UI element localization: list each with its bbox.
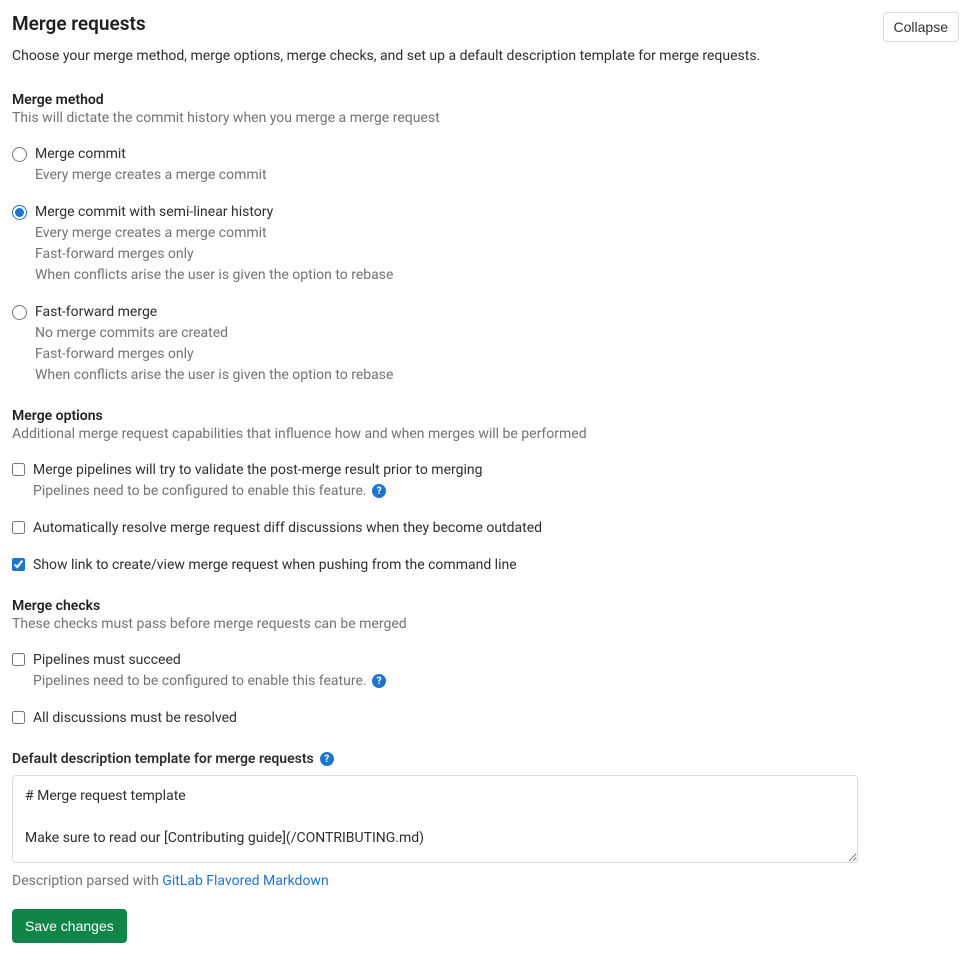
auto-resolve-checkbox[interactable]: [12, 521, 25, 534]
page-subtitle: Choose your merge method, merge options,…: [12, 48, 959, 64]
merge-pipelines-checkbox[interactable]: [12, 463, 25, 476]
semi-linear-sub-2: When conflicts arise the user is given t…: [35, 265, 959, 286]
template-label-row: Default description template for merge r…: [12, 751, 959, 767]
merge-checks-group: Pipelines must succeed Pipelines need to…: [12, 650, 959, 729]
show-link-checkbox[interactable]: [12, 558, 25, 571]
merge-pipelines-label: Merge pipelines will try to validate the…: [33, 460, 959, 481]
semi-linear-sub-0: Every merge creates a merge commit: [35, 223, 959, 244]
merge-checks-desc: These checks must pass before merge requ…: [12, 616, 959, 632]
pipelines-succeed-label: Pipelines must succeed: [33, 650, 959, 671]
auto-resolve-label: Automatically resolve merge request diff…: [33, 518, 959, 539]
merge-options-group: Merge pipelines will try to validate the…: [12, 460, 959, 576]
fast-forward-sub-2: When conflicts arise the user is given t…: [35, 365, 959, 386]
collapse-button[interactable]: Collapse: [883, 12, 959, 42]
fast-forward-sub-1: Fast-forward merges only: [35, 344, 959, 365]
merge-method-desc: This will dictate the commit history whe…: [12, 110, 959, 126]
pipelines-succeed-checkbox[interactable]: [12, 653, 25, 666]
template-textarea[interactable]: [12, 775, 858, 863]
semi-linear-label: Merge commit with semi-linear history: [35, 202, 959, 223]
fast-forward-radio[interactable]: [12, 305, 27, 320]
merge-checks-title: Merge checks: [12, 598, 959, 614]
show-link-label: Show link to create/view merge request w…: [33, 555, 959, 576]
merge-commit-label: Merge commit: [35, 144, 959, 165]
semi-linear-sub-1: Fast-forward merges only: [35, 244, 959, 265]
template-label: Default description template for merge r…: [12, 751, 314, 767]
merge-method-title: Merge method: [12, 92, 959, 108]
merge-commit-radio[interactable]: [12, 147, 27, 162]
merge-commit-sub: Every merge creates a merge commit: [35, 165, 959, 186]
save-changes-button[interactable]: Save changes: [12, 909, 127, 943]
help-icon[interactable]: ?: [372, 484, 386, 498]
discussions-resolved-checkbox[interactable]: [12, 711, 25, 724]
pipelines-succeed-sub: Pipelines need to be configured to enabl…: [33, 671, 959, 692]
help-icon[interactable]: ?: [372, 674, 386, 688]
help-icon[interactable]: ?: [320, 752, 334, 766]
merge-options-title: Merge options: [12, 408, 959, 424]
gitlab-markdown-link[interactable]: GitLab Flavored Markdown: [162, 873, 328, 889]
fast-forward-label: Fast-forward merge: [35, 302, 959, 323]
semi-linear-radio[interactable]: [12, 205, 27, 220]
merge-options-desc: Additional merge request capabilities th…: [12, 426, 959, 442]
markdown-note: Description parsed with GitLab Flavored …: [12, 873, 959, 889]
fast-forward-sub-0: No merge commits are created: [35, 323, 959, 344]
page-title: Merge requests: [12, 12, 146, 35]
merge-pipelines-sub: Pipelines need to be configured to enabl…: [33, 481, 959, 502]
discussions-resolved-label: All discussions must be resolved: [33, 708, 959, 729]
merge-method-group: Merge commit Every merge creates a merge…: [12, 144, 959, 386]
